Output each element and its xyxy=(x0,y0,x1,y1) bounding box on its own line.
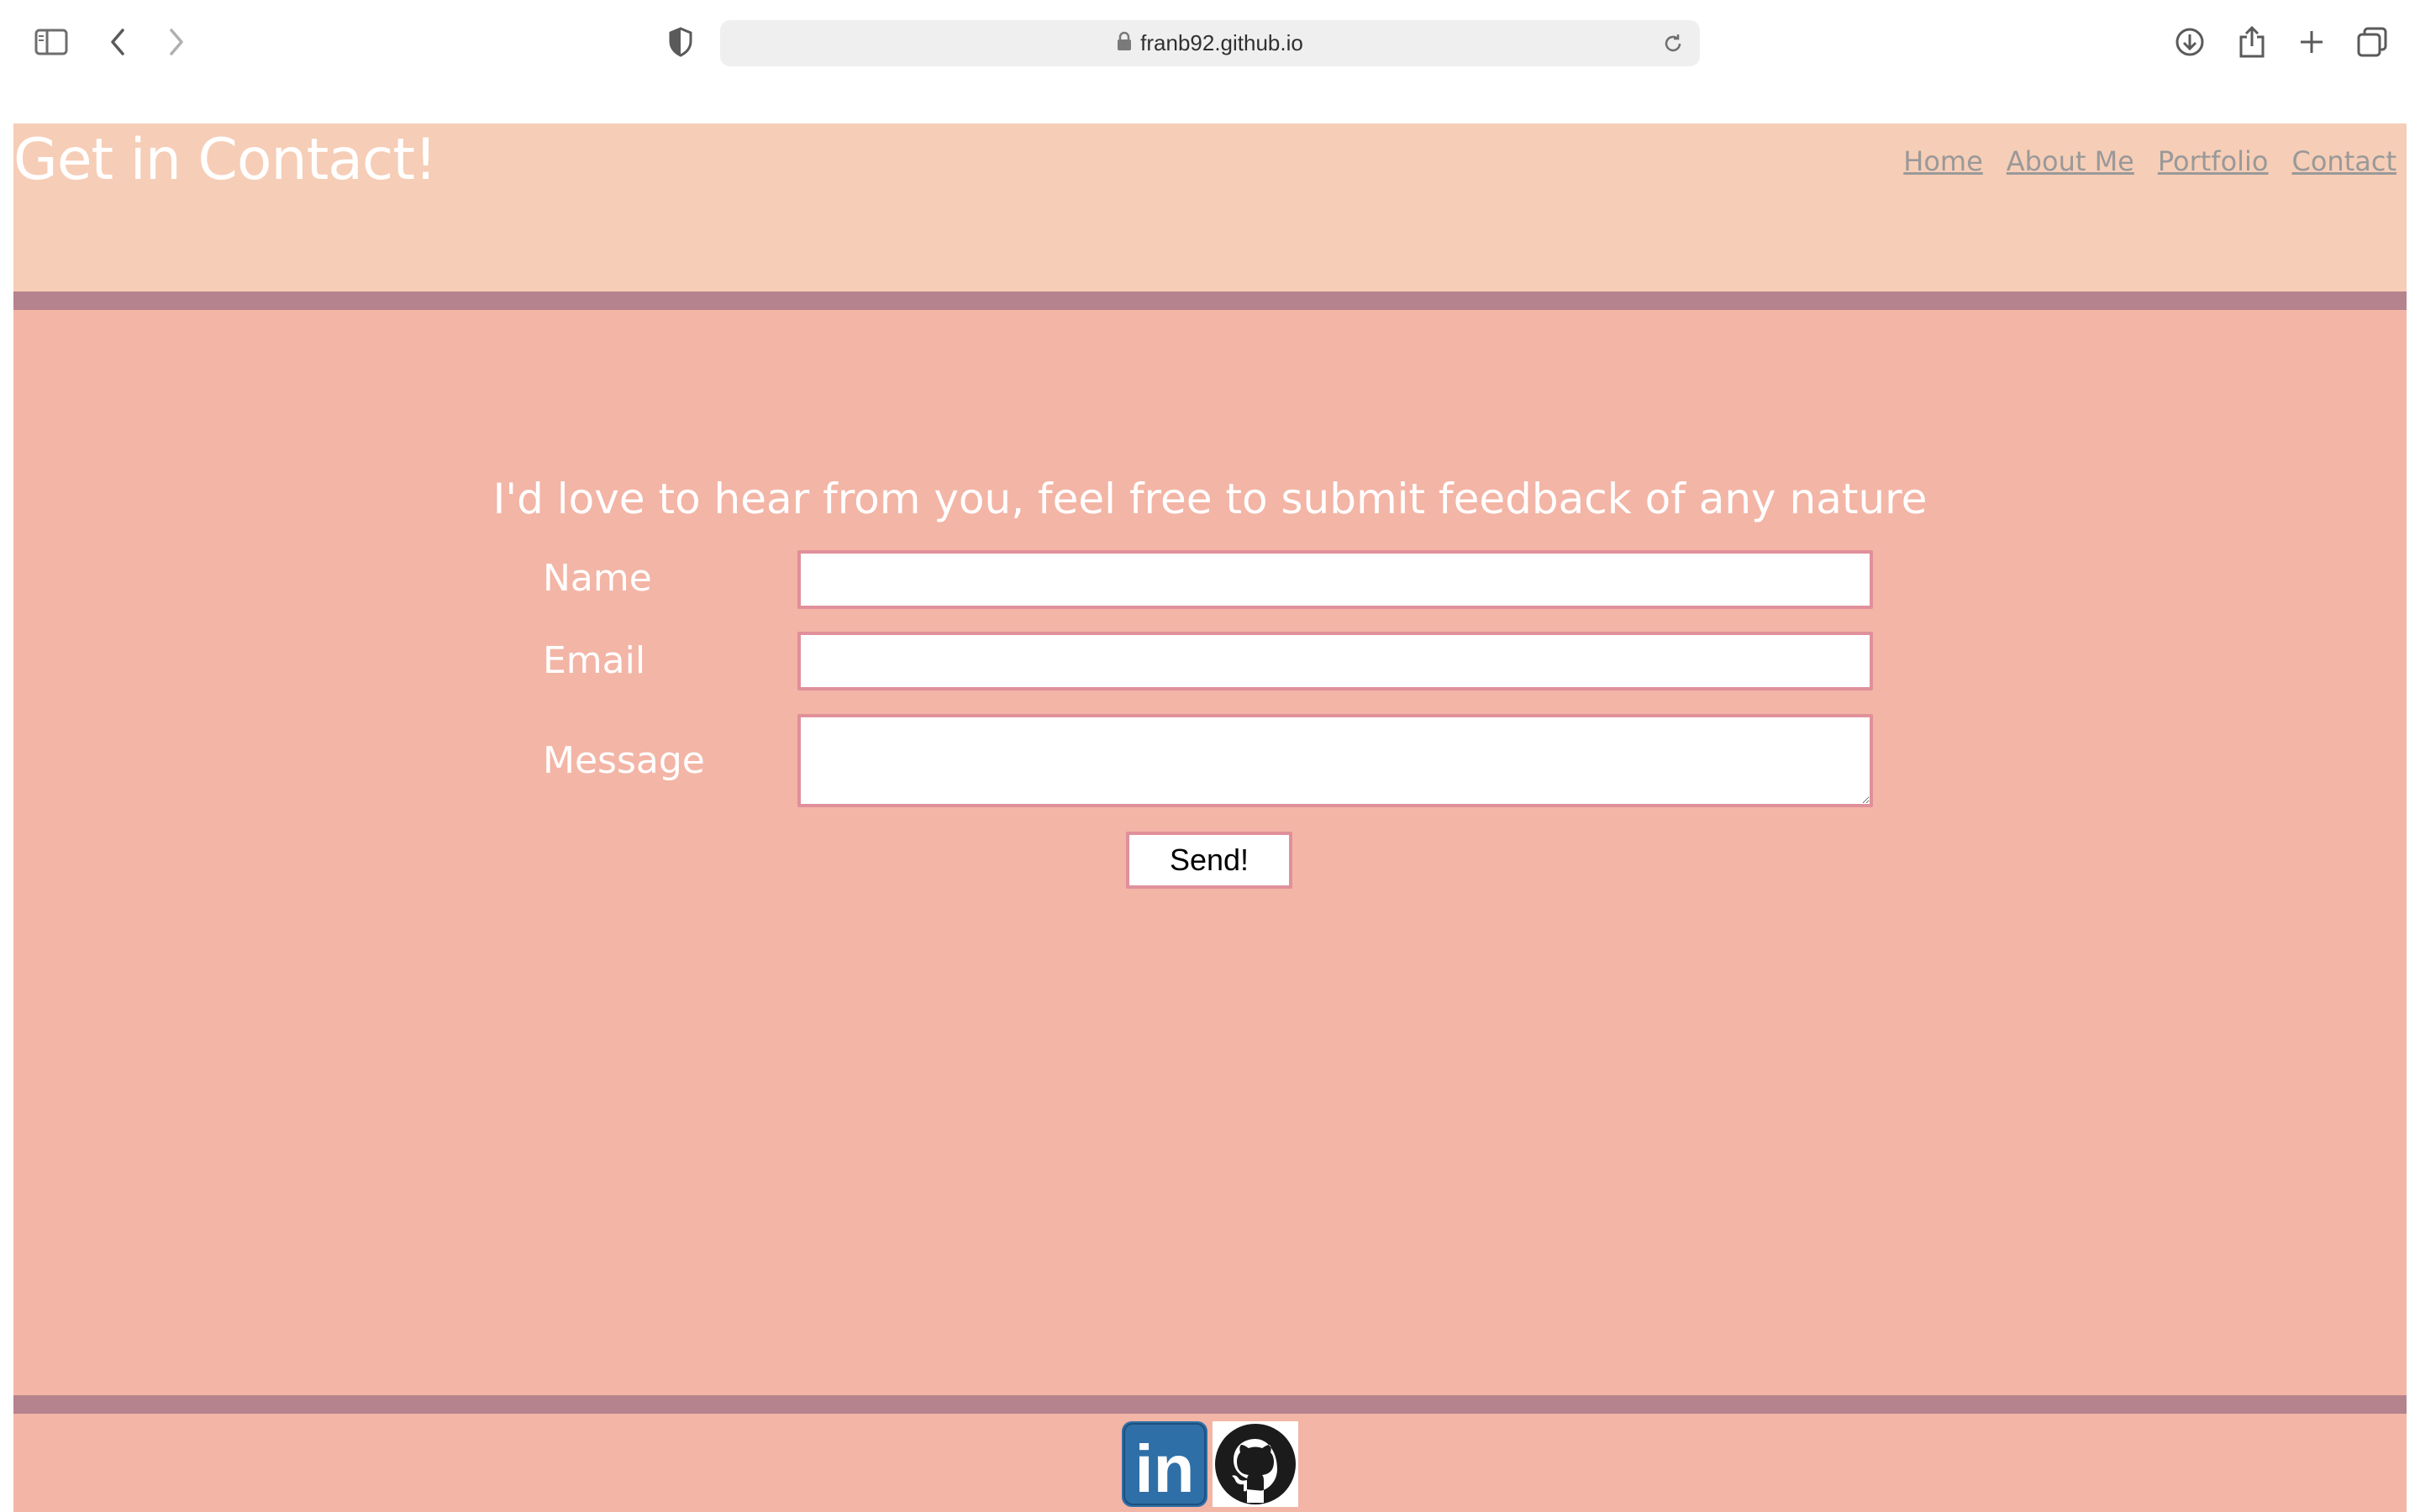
nav-link-about-me[interactable]: About Me xyxy=(2007,145,2134,177)
github-icon[interactable] xyxy=(1213,1421,1298,1507)
footer-divider xyxy=(13,1395,2407,1414)
name-label: Name xyxy=(543,557,652,600)
nav-link-contact[interactable]: Contact xyxy=(2292,145,2397,177)
email-label: Email xyxy=(543,639,646,682)
message-label: Message xyxy=(543,739,705,782)
name-input[interactable] xyxy=(797,550,1873,609)
main-nav: Home About Me Portfolio Contact xyxy=(1903,145,2396,177)
reload-icon[interactable] xyxy=(1660,30,1686,57)
page-title: Get in Contact! xyxy=(13,127,437,193)
nav-link-portfolio[interactable]: Portfolio xyxy=(2158,145,2269,177)
url-text: franb92.github.io xyxy=(1140,30,1303,55)
linkedin-icon[interactable]: in xyxy=(1122,1421,1207,1507)
back-icon[interactable] xyxy=(94,18,141,66)
browser-toolbar: franb92.github.io xyxy=(0,0,2420,123)
privacy-shield-icon[interactable] xyxy=(657,18,704,66)
lock-icon xyxy=(1117,31,1132,55)
address-bar[interactable]: franb92.github.io xyxy=(720,20,1700,66)
sidebar-icon[interactable] xyxy=(28,18,75,66)
nav-link-home[interactable]: Home xyxy=(1903,145,1983,177)
page-content: Get in Contact! Home About Me Portfolio … xyxy=(13,123,2407,1512)
linkedin-logo-text: in xyxy=(1134,1431,1194,1506)
tab-overview-icon[interactable] xyxy=(2349,18,2396,66)
intro-text: I'd love to hear from you, feel free to … xyxy=(492,475,1928,523)
forward-icon[interactable] xyxy=(153,18,200,66)
site-header: Get in Contact! Home About Me Portfolio … xyxy=(13,123,2407,291)
send-button[interactable]: Send! xyxy=(1126,832,1292,889)
email-input[interactable] xyxy=(797,632,1873,690)
message-textarea[interactable] xyxy=(797,714,1873,807)
download-icon[interactable] xyxy=(2166,18,2213,66)
share-icon[interactable] xyxy=(2228,18,2275,66)
new-tab-icon[interactable] xyxy=(2288,18,2335,66)
header-divider xyxy=(13,291,2407,310)
